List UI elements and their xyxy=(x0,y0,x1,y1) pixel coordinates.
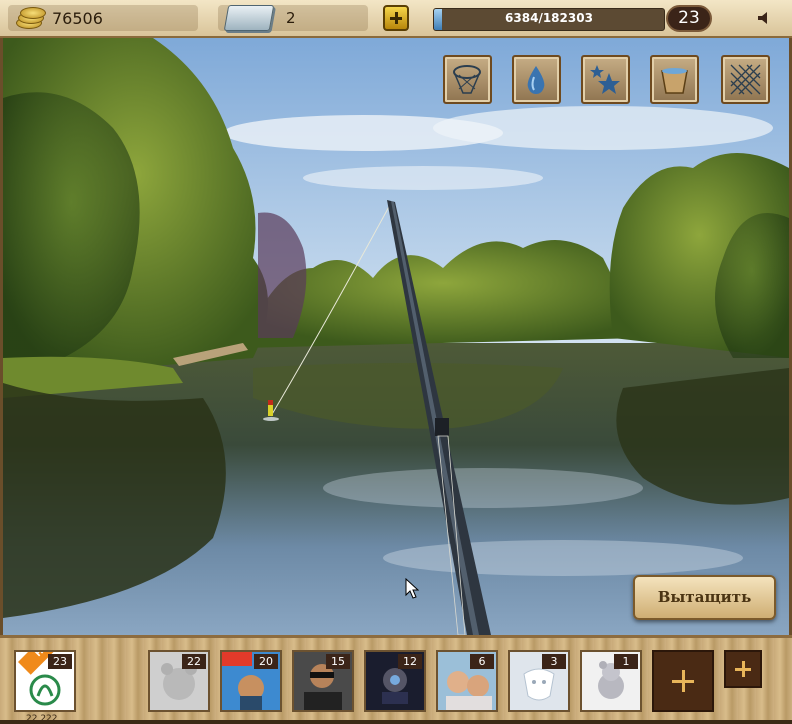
friend-slot[interactable]: 22 xyxy=(148,650,210,712)
fishing-scene[interactable]: Вытащить xyxy=(0,38,792,635)
coins-counter: 76506 xyxy=(0,0,103,36)
friend-slot[interactable]: 3 xyxy=(508,650,570,712)
friend-level-badge: 20 xyxy=(254,654,278,669)
friend-slot[interactable]: 12 xyxy=(364,650,426,712)
landing-net-icon xyxy=(453,65,481,94)
coins-icon xyxy=(14,7,46,29)
bait-drop-button[interactable] xyxy=(512,55,561,104)
friend-level-badge: 3 xyxy=(542,654,566,669)
sound-icon[interactable] xyxy=(757,11,771,25)
bait-bucket-icon xyxy=(661,68,688,94)
friends-bar: НОВОЕ 23 22 222 22 20 15 12 6 3 xyxy=(0,635,792,724)
bait-drop-icon xyxy=(527,66,545,94)
buy-currency-button[interactable] xyxy=(383,5,409,31)
friend-level-badge: 12 xyxy=(398,654,422,669)
top-bar: 76506 2 6384/182303 23 xyxy=(0,0,792,38)
lake-landscape xyxy=(3,38,789,635)
friend-slot[interactable]: 20 xyxy=(220,650,282,712)
experience-bar: 6384/182303 xyxy=(433,8,665,31)
tickets-icon xyxy=(223,5,275,31)
fishing-net-icon xyxy=(730,64,761,95)
friend-level-badge: 6 xyxy=(470,654,494,669)
fishing-net-button[interactable] xyxy=(721,55,770,104)
tickets-value: 2 xyxy=(286,9,296,27)
player-level-badge: 23 xyxy=(48,654,72,669)
mouse-cursor-icon xyxy=(405,578,419,599)
friend-slot[interactable]: 15 xyxy=(292,650,354,712)
player-profile-slot[interactable]: НОВОЕ 23 xyxy=(14,650,76,712)
level-badge: 23 xyxy=(666,5,712,32)
friend-slot[interactable]: 1 xyxy=(580,650,642,712)
friend-slot[interactable]: 6 xyxy=(436,650,498,712)
player-subtext: 22 222 xyxy=(26,714,58,724)
pull-out-button[interactable]: Вытащить xyxy=(633,575,776,620)
friend-level-badge: 15 xyxy=(326,654,350,669)
friend-level-badge: 1 xyxy=(614,654,638,669)
invite-friend-button[interactable] xyxy=(652,650,714,712)
tickets-counter: 2 xyxy=(223,0,296,36)
stars-bonus-icon xyxy=(590,65,620,94)
bait-bucket-button[interactable] xyxy=(650,55,699,104)
friend-level-badge: 22 xyxy=(182,654,206,669)
stars-bonus-button[interactable] xyxy=(581,55,630,104)
experience-text: 6384/182303 xyxy=(505,11,593,25)
add-friend-button[interactable] xyxy=(724,650,762,688)
coins-value: 76506 xyxy=(52,8,103,28)
landing-net-button[interactable] xyxy=(443,55,492,104)
